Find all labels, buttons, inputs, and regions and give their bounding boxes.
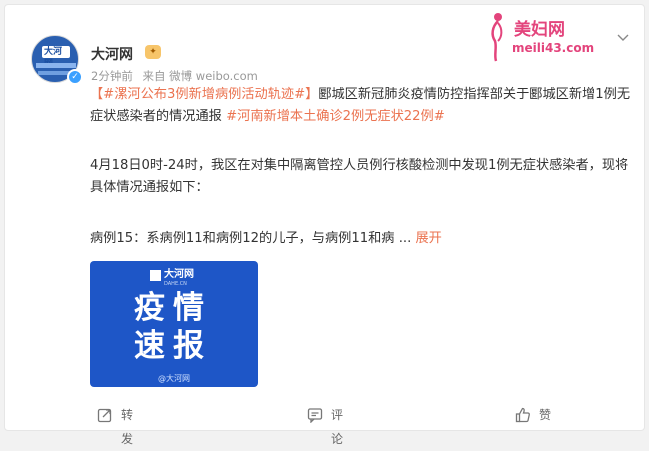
post-body-paragraph: 【#漯河公布3例新增病例活动轨迹#】郾城区新冠肺炎疫情防控指挥部关于郾城区新增1…	[90, 84, 635, 128]
post-source: 来自 微博 weibo.com	[142, 69, 258, 83]
thumbs-up-icon	[515, 407, 530, 423]
image-logo-icon	[150, 270, 161, 281]
post-meta: 2分钟前 来自 微博 weibo.com	[91, 68, 264, 84]
like-label: 赞	[539, 408, 552, 422]
topic-link[interactable]: 【#漯河公布3例新增病例活动轨迹#】	[90, 87, 318, 102]
post-body-paragraph: 病例15：系病例11和病例12的儿子，与病例11和病 ... 展开	[90, 228, 635, 250]
image-logo-text: 大河网	[164, 269, 194, 280]
comment-label: 评论	[331, 408, 344, 446]
watermark-url: meili43.com	[512, 41, 595, 55]
weibo-post-card: 大河网 ✓ 大河网 ✦ 2分钟前 来自 微博 weibo.com 美妇网 mei…	[4, 4, 646, 446]
emoji-badge-icon: ✦	[145, 45, 161, 59]
repost-icon	[97, 408, 112, 423]
image-logo: 大河网 DAHE.CN	[150, 269, 198, 287]
verified-badge-icon: ✓	[67, 69, 83, 85]
image-footer: @大河网	[158, 374, 190, 383]
avatar-logo: 大河网	[42, 46, 70, 69]
post-text: 病例15：系病例11和病例12的儿子，与病例11和病	[90, 231, 395, 246]
expand-link[interactable]: 展开	[415, 231, 441, 246]
watermark-figure-icon	[491, 13, 503, 62]
topic-link[interactable]: #河南新增本土确诊2例无症状22例#	[226, 109, 445, 124]
post-body-paragraph: 4月18日0时-24时，我区在对集中隔离管控人员例行核酸检测中发现1例无症状感染…	[90, 158, 629, 195]
chevron-down-icon[interactable]	[617, 31, 629, 46]
watermark: 美妇网 meili43.com	[486, 11, 616, 63]
watermark-title: 美妇网	[514, 20, 565, 40]
image-headline: 疫情	[134, 290, 212, 326]
image-logo-sub: DAHE.CN	[164, 281, 187, 287]
author-name[interactable]: 大河网	[91, 44, 133, 64]
action-bar: 转发 评论 赞	[5, 403, 646, 446]
comment-icon	[307, 408, 323, 423]
avatar-decoration	[36, 63, 76, 68]
repost-label: 转发	[121, 408, 134, 446]
post-time[interactable]: 2分钟前	[91, 69, 133, 83]
image-headline: 速报	[134, 328, 212, 364]
post-image[interactable]: 大河网 DAHE.CN 疫情 速报 @大河网	[90, 261, 258, 387]
ellipsis: ...	[398, 231, 412, 246]
